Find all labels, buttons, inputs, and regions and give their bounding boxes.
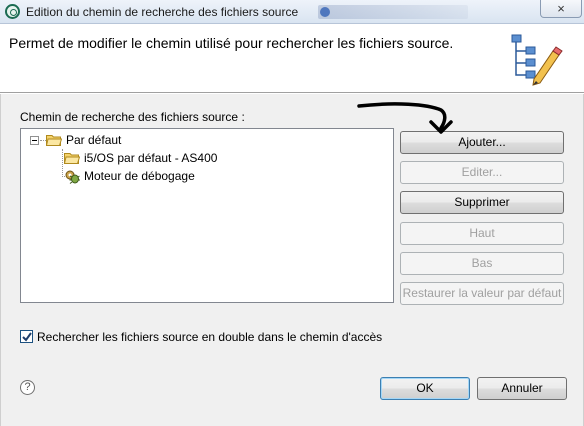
header-description: Permet de modifier le chemin utilisé pou… [9, 35, 454, 51]
search-duplicates-label[interactable]: Rechercher les fichiers source en double… [37, 330, 382, 344]
tree-item-label: i5/OS par défaut - AS400 [84, 151, 218, 165]
tree-item-label: Par défaut [66, 133, 122, 147]
edit-button[interactable]: Editer... [400, 161, 564, 184]
source-path-tree[interactable]: Par défaut i5/OS par défaut - AS400 Mote… [20, 128, 394, 303]
annotation-arrow-icon [357, 102, 453, 134]
checkmark-icon [22, 332, 32, 342]
tree-guide-line [62, 149, 63, 177]
path-edit-icon [511, 34, 563, 86]
close-button[interactable]: × [540, 0, 582, 18]
ok-button[interactable]: OK [380, 377, 470, 400]
collapse-toggle[interactable] [30, 136, 39, 145]
close-icon: × [557, 1, 565, 16]
background-window-tab [318, 5, 468, 19]
restore-default-button[interactable]: Restaurer la valeur par défaut [400, 282, 564, 305]
app-icon [5, 4, 20, 19]
delete-button[interactable]: Supprimer [400, 191, 564, 214]
title-bar: Edition du chemin de recherche des fichi… [0, 0, 584, 24]
source-path-label: Chemin de recherche des fichiers source … [20, 110, 245, 124]
open-folder-icon [46, 135, 62, 146]
tree-item-label: Moteur de débogage [84, 169, 195, 183]
help-icon[interactable]: ? [20, 380, 35, 395]
open-folder-icon [64, 153, 80, 164]
debug-engine-icon [65, 170, 80, 184]
window-title: Edition du chemin de recherche des fichi… [26, 5, 299, 19]
search-duplicates-checkbox[interactable] [20, 330, 33, 343]
move-down-button[interactable]: Bas [400, 252, 564, 275]
dialog-header: Permet de modifier le chemin utilisé pou… [0, 24, 584, 92]
move-up-button[interactable]: Haut [400, 222, 564, 245]
cancel-button[interactable]: Annuler [477, 377, 567, 400]
